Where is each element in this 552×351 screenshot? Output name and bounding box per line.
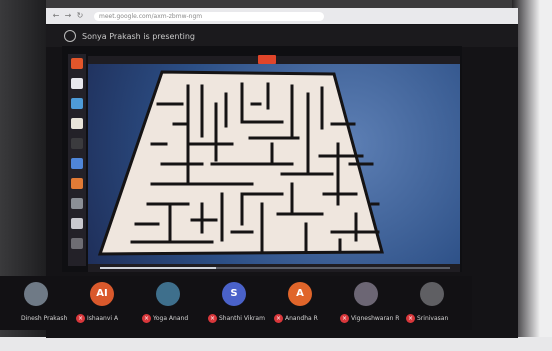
participant-name: Vigneshwaran R: [351, 315, 399, 322]
mic-muted-icon: ×: [274, 314, 283, 323]
terminal-icon[interactable]: [71, 138, 83, 149]
trash-icon[interactable]: [71, 238, 83, 249]
present-screen-icon: [64, 30, 76, 42]
participant-name: Yoga Anand: [153, 315, 189, 322]
app-dock: [68, 54, 86, 266]
participant-tile[interactable]: S × Shanthi Vikram: [206, 276, 268, 330]
game-logo: [258, 55, 276, 64]
participant-name: Shanthi Vikram: [219, 315, 265, 322]
avatar: [156, 282, 180, 306]
game-progress-fill: [100, 267, 216, 269]
avatar: [354, 282, 378, 306]
avatar: A: [288, 282, 312, 306]
mic-muted-icon: ×: [340, 314, 349, 323]
settings-icon[interactable]: [71, 198, 83, 209]
firefox-icon[interactable]: [71, 78, 83, 89]
forward-icon[interactable]: →: [64, 12, 72, 20]
mic-muted-icon: ×: [142, 314, 151, 323]
avatar: [24, 282, 48, 306]
participant-name: Anandha R: [285, 315, 318, 322]
participant-name: Dinesh Prakash: [21, 315, 68, 322]
browser-toolbar: ← → ↻ meet.google.com/axm-zbmw-ngm: [46, 8, 518, 24]
participant-tile[interactable]: × Vigneshwaran R: [338, 276, 400, 330]
ubuntu-icon[interactable]: [71, 58, 83, 69]
store-icon[interactable]: [71, 178, 83, 189]
address-bar[interactable]: meet.google.com/axm-zbmw-ngm: [94, 11, 324, 21]
docs-icon[interactable]: [71, 158, 83, 169]
mic-muted-icon: ×: [208, 314, 217, 323]
participant-tile[interactable]: Dinesh Prakash: [8, 276, 70, 330]
participant-tile[interactable]: AI × Ishaanvi A: [74, 276, 136, 330]
avatar: S: [222, 282, 246, 306]
back-icon[interactable]: ←: [52, 12, 60, 20]
participant-name: Ishaanvi A: [87, 315, 119, 322]
mic-muted-icon: ×: [406, 314, 415, 323]
presenting-text: Sonya Prakash is presenting: [82, 31, 195, 41]
presenting-banner: Sonya Prakash is presenting: [46, 25, 518, 47]
avatar: AI: [90, 282, 114, 306]
mic-muted-icon: ×: [76, 314, 85, 323]
game-progress-bar[interactable]: [100, 267, 450, 269]
mail-icon[interactable]: [71, 118, 83, 129]
reload-icon[interactable]: ↻: [76, 12, 84, 20]
desk-surface: [0, 337, 552, 351]
text-icon[interactable]: [71, 218, 83, 229]
avatar: [420, 282, 444, 306]
maze-board: [97, 70, 384, 256]
files-icon[interactable]: [71, 98, 83, 109]
participant-name: Srinivasan: [417, 315, 449, 322]
participant-tray: Dinesh Prakash AI × Ishaanvi A × Yoga Anand S ×…: [0, 276, 472, 330]
participant-tile[interactable]: A × Anandha R: [272, 276, 334, 330]
participant-tile[interactable]: × Yoga Anand: [140, 276, 202, 330]
participant-tile[interactable]: × Srinivasan: [404, 276, 466, 330]
background-wall-right: [512, 0, 552, 351]
